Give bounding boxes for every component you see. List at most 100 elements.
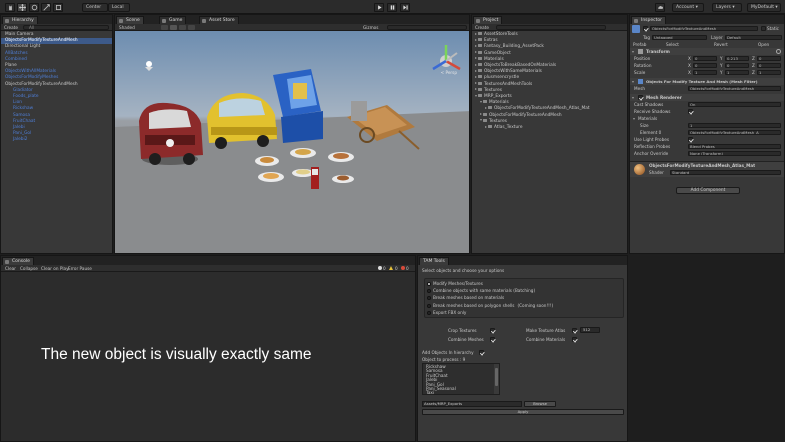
object-list-item[interactable]: Taxi (426, 390, 434, 395)
hierarchy-item[interactable]: Jalebi2 (1, 137, 112, 143)
layer-dropdown[interactable]: Default (725, 35, 782, 40)
collapsed-arrow-icon[interactable] (475, 69, 477, 72)
tam-option-radio[interactable]: Break meshes based on polygon shells (Com… (427, 303, 553, 308)
anchor-override-field[interactable]: None (Transform) (688, 151, 781, 156)
audio-toggle[interactable] (179, 25, 186, 30)
hierarchy-item[interactable]: Combined (1, 57, 112, 63)
project-folder-item[interactable]: Fantasy_Building_AssetPack (472, 44, 627, 50)
apply-button[interactable]: Apply (422, 409, 624, 415)
tab-console[interactable]: Console (2, 257, 34, 265)
tam-option-radio[interactable]: Export FBX only (427, 310, 466, 315)
collapsed-arrow-icon[interactable] (485, 125, 487, 128)
expanded-arrow-icon[interactable] (475, 94, 477, 97)
step-button[interactable] (400, 3, 410, 12)
add-objects-checkbox[interactable] (479, 350, 484, 355)
layers-dropdown[interactable]: Layers ▾ (712, 3, 742, 12)
play-button[interactable] (374, 3, 384, 12)
transform-header[interactable]: Transform (630, 48, 784, 55)
collapsed-arrow-icon[interactable] (475, 57, 477, 60)
rotation-y-field[interactable]: 0 (725, 63, 749, 68)
layout-dropdown[interactable]: MyDefault ▾ (747, 3, 781, 12)
hand-tool-button[interactable] (5, 3, 15, 12)
error-count-icon[interactable] (401, 266, 405, 270)
scene-search-input[interactable] (387, 25, 467, 30)
tam-option-radio[interactable]: Break meshes based on materials (427, 295, 504, 301)
hierarchy-item[interactable]: Rickshaw (1, 106, 112, 112)
space-toggle[interactable]: Local (108, 3, 130, 12)
console-clear-on-play-button[interactable]: Clear on Play (41, 266, 69, 271)
tab-hierarchy[interactable]: Hierarchy (2, 16, 38, 24)
project-folder-item[interactable]: TexturesAndMeshTools (472, 81, 627, 88)
object-active-checkbox[interactable] (643, 26, 648, 31)
position-y-field[interactable]: 0.213 (725, 56, 749, 61)
project-folder-item[interactable]: ObjectsForModifyTextureAndMesh_Atlas_Mat (472, 106, 627, 112)
static-checkbox[interactable] (761, 26, 766, 31)
pivot-toggle[interactable]: Center (82, 3, 108, 12)
cast-shadows-dropdown[interactable]: On (688, 102, 781, 107)
hierarchy-item[interactable]: Gladiator (1, 88, 112, 94)
project-folder-item[interactable]: Textures (472, 87, 627, 94)
object-list-scrollbar[interactable] (494, 364, 499, 394)
collapsed-arrow-icon[interactable] (475, 38, 477, 41)
hierarchy-item[interactable]: AllBatches (1, 51, 112, 57)
tab-inspector[interactable]: Inspector (631, 16, 666, 24)
transform-settings-icon[interactable] (776, 49, 781, 54)
persp-label[interactable]: < Persp (441, 70, 457, 75)
rotation-x-field[interactable]: 0 (693, 63, 717, 68)
effects-toggle[interactable] (188, 25, 195, 30)
prefab-select-button[interactable]: Select (666, 41, 679, 48)
meshrenderer-header[interactable]: Mesh Renderer (630, 94, 784, 101)
tab-game[interactable]: Game (159, 16, 187, 24)
add-component-button[interactable]: Add Component (676, 187, 740, 194)
prefab-open-button[interactable]: Open (758, 41, 769, 48)
object-list-box[interactable]: Rickshaw Samosa FruitChaat Jalebi Pani_Gol Pa… (422, 363, 500, 395)
gizmos-dropdown[interactable]: Gizmos (363, 25, 378, 30)
position-x-field[interactable]: 0 (693, 56, 717, 61)
export-path-field[interactable]: Assets/MRP_Exports (422, 401, 522, 407)
tam-option-radio[interactable]: Modify Meshes/Textures (427, 281, 483, 286)
project-create-button[interactable]: Create (475, 25, 489, 30)
project-search-input[interactable] (496, 25, 606, 30)
scale-tool-button[interactable] (41, 3, 51, 12)
collapsed-arrow-icon[interactable] (475, 75, 477, 78)
object-name-field[interactable]: ObjectsForModifyTextureAndMesh (650, 26, 758, 31)
expanded-arrow-icon[interactable] (480, 100, 482, 103)
collapsed-arrow-icon[interactable] (475, 88, 477, 91)
collapsed-arrow-icon[interactable] (475, 63, 477, 66)
shader-dropdown[interactable]: Standard (670, 170, 781, 175)
warning-count-icon[interactable] (389, 266, 393, 270)
element0-field[interactable]: ObjectsForModifyTextureAndMesh_A (688, 130, 781, 135)
info-count-icon[interactable] (378, 266, 382, 270)
tab-tam-tools[interactable]: TAM Tools (419, 257, 449, 265)
size-field[interactable]: 1 (688, 123, 781, 128)
atlas-size-dropdown[interactable]: 512 (580, 327, 600, 333)
move-tool-button[interactable] (17, 3, 27, 12)
tag-dropdown[interactable]: Untagged (652, 35, 707, 40)
crop-textures-checkbox[interactable] (490, 328, 495, 333)
scale-z-field[interactable]: 1 (757, 70, 781, 75)
shading-dropdown[interactable]: Shaded (119, 25, 135, 30)
project-folder-item[interactable]: Materials (472, 56, 627, 63)
collapsed-arrow-icon[interactable] (480, 113, 482, 116)
scale-y-field[interactable]: 1 (725, 70, 749, 75)
prefab-revert-button[interactable]: Revert (714, 41, 728, 48)
pause-button[interactable] (387, 3, 397, 12)
hierarchy-item[interactable]: Samosa (1, 113, 112, 119)
light-toggle[interactable] (170, 25, 177, 30)
position-z-field[interactable]: 0 (757, 56, 781, 61)
tab-asset-store[interactable]: Asset Store (199, 16, 239, 24)
combine-meshes-checkbox[interactable] (490, 337, 495, 342)
collapsed-arrow-icon[interactable] (475, 44, 477, 47)
2d-toggle[interactable] (161, 25, 168, 30)
mesh-field[interactable]: ObjectsForModifyTextureAndMesh (688, 86, 781, 91)
hierarchy-item[interactable]: ObjectsForModifyMeshes (1, 75, 112, 81)
account-dropdown[interactable]: Account ▾ (672, 3, 704, 12)
reflection-probes-dropdown[interactable]: Blend Probes (688, 144, 781, 149)
meshrenderer-enabled-checkbox[interactable] (638, 95, 643, 100)
receive-shadows-checkbox[interactable] (688, 109, 693, 114)
scale-x-field[interactable]: 1 (693, 70, 717, 75)
project-folder-item[interactable]: ObjectsForModifyTextureAndMesh (472, 112, 627, 119)
hierarchy-item[interactable]: Directional Light (1, 44, 112, 50)
browse-button[interactable]: Browse (524, 401, 556, 407)
project-folder-item[interactable]: Atlas_Texture (472, 125, 627, 131)
